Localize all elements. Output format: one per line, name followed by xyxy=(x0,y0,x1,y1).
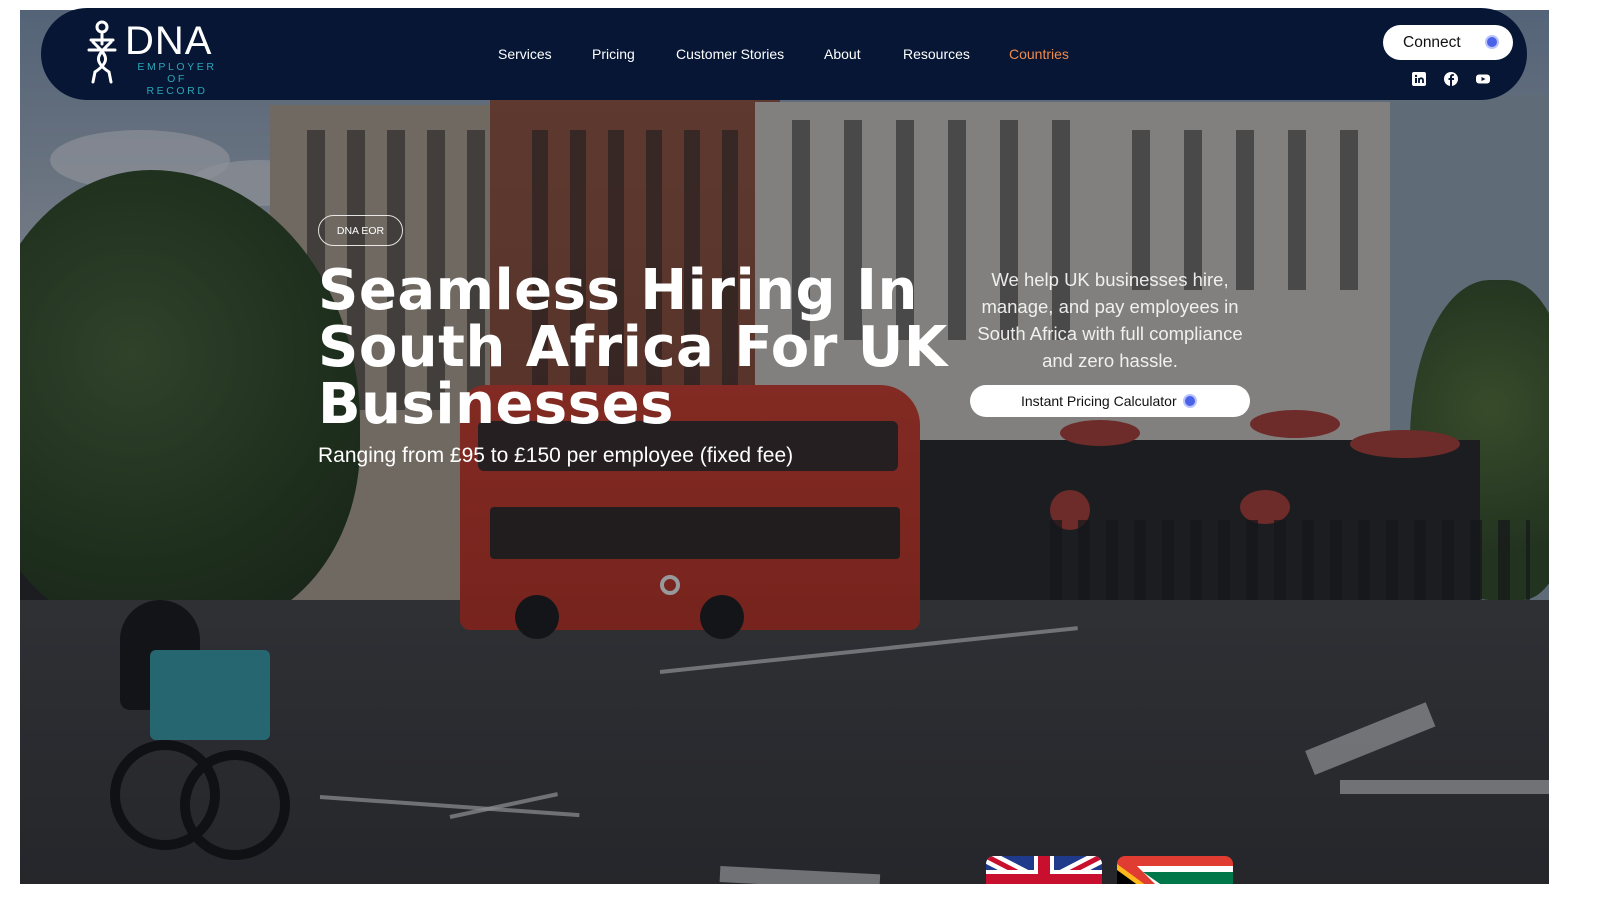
hero-description: We help UK businesses hire, manage, and … xyxy=(977,269,1243,371)
badge-label: DNA EOR xyxy=(336,225,385,237)
pricing-subline: Ranging from £95 to £150 per employee (f… xyxy=(318,444,794,467)
nav-services[interactable]: Services xyxy=(498,46,552,62)
dna-figure-logo-icon xyxy=(87,20,117,84)
arrow-dot-icon xyxy=(1183,394,1197,408)
dna-logo[interactable]: DNA EMPLOYER OF RECORD xyxy=(83,19,233,97)
logo-tagline: EMPLOYER OF RECORD xyxy=(127,61,227,97)
youtube-icon[interactable] xyxy=(1476,72,1490,86)
headline-line-1: Seamless Hiring In xyxy=(318,258,918,323)
connect-button[interactable]: Connect xyxy=(1383,25,1513,60)
nav-pricing[interactable]: Pricing xyxy=(592,46,635,62)
nav-resources[interactable]: Resources xyxy=(903,46,970,62)
headline-line-3: Businesses xyxy=(318,372,674,437)
connect-dot-icon xyxy=(1485,35,1499,49)
logo-tagline-line-2: RECORD xyxy=(146,85,208,97)
united-kingdom-flag xyxy=(986,856,1102,884)
nav-customer-stories[interactable]: Customer Stories xyxy=(676,46,784,62)
south-africa-flag xyxy=(1117,856,1233,884)
nav-countries[interactable]: Countries xyxy=(1009,46,1069,62)
nav-about[interactable]: About xyxy=(824,46,861,62)
linkedin-icon[interactable] xyxy=(1412,72,1426,86)
logo-tagline-line-1: EMPLOYER OF xyxy=(137,61,217,85)
facebook-icon[interactable] xyxy=(1444,72,1458,86)
hero-headline: Seamless Hiring In South Africa For UK B… xyxy=(318,258,948,437)
top-navigation-bar: DNA EMPLOYER OF RECORD Services Pricing … xyxy=(41,8,1527,100)
instant-pricing-calculator-button[interactable]: Instant Pricing Calculator xyxy=(970,385,1250,417)
category-badge: DNA EOR xyxy=(318,215,403,246)
calculator-button-label: Instant Pricing Calculator xyxy=(1021,393,1177,409)
logo-wordmark: DNA xyxy=(125,19,213,63)
hero-section: DNA EOR Seamless Hiring In South Africa … xyxy=(20,10,1549,884)
connect-button-label: Connect xyxy=(1403,34,1461,51)
headline-line-2: South Africa For UK xyxy=(318,315,948,380)
